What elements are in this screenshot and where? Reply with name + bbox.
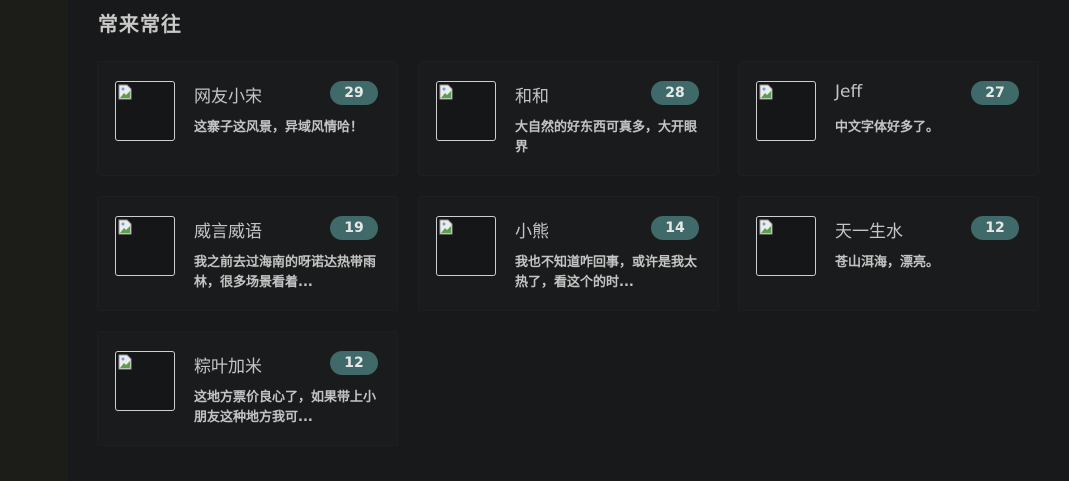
avatar[interactable] [115,216,175,276]
avatar[interactable] [756,216,816,276]
visitor-card[interactable]: 网友小宋 29 这寨子这风景，异域风情哈！ [98,62,397,175]
avatar[interactable] [115,81,175,141]
broken-image-icon [118,84,132,100]
visitor-name[interactable]: Jeff [835,82,862,102]
avatar[interactable] [115,351,175,411]
visit-count-badge: 29 [330,81,378,105]
broken-image-icon [759,219,773,235]
avatar[interactable] [436,216,496,276]
visitor-card[interactable]: 和和 28 大自然的好东西可真多，大开眼界 [419,62,718,175]
broken-image-icon [759,84,773,100]
visit-count-badge: 19 [330,216,378,240]
visitor-name[interactable]: 和和 [515,82,549,107]
left-sidebar-strip [0,0,68,481]
avatar[interactable] [436,81,496,141]
visitor-name[interactable]: 网友小宋 [194,82,262,107]
visitor-comment: 苍山洱海，漂亮。 [835,255,940,270]
visitor-card[interactable]: Jeff 27 中文字体好多了。 [739,62,1038,175]
visitor-comment: 这地方票价良心了，如果带上小朋友这种地方我可... [194,390,377,425]
visitor-comment: 这寨子这风景，异域风情哈！ [194,120,364,135]
visit-count-badge: 27 [971,81,1019,105]
visitor-card[interactable]: 小熊 14 我也不知道咋回事，或许是我太热了，看这个的时... [419,197,718,310]
visit-count-badge: 12 [330,351,378,375]
section-title: 常来常往 [98,12,182,36]
visitor-comment: 中文字体好多了。 [835,120,940,135]
broken-image-icon [118,354,132,370]
broken-image-icon [439,84,453,100]
visitor-name[interactable]: 天一生水 [835,217,903,242]
visitor-comment: 大自然的好东西可真多，大开眼界 [515,120,698,155]
visitor-card[interactable]: 天一生水 12 苍山洱海，漂亮。 [739,197,1038,310]
avatar[interactable] [756,81,816,141]
visitor-comment: 我也不知道咋回事，或许是我太热了，看这个的时... [515,255,698,290]
visitor-name[interactable]: 粽叶加米 [194,352,262,377]
visitor-card[interactable]: 威言威语 19 我之前去过海南的呀诺达热带雨林，很多场景看着... [98,197,397,310]
visitor-name[interactable]: 小熊 [515,217,549,242]
broken-image-icon [118,219,132,235]
visitor-card[interactable]: 粽叶加米 12 这地方票价良心了，如果带上小朋友这种地方我可... [98,332,397,445]
visit-count-badge: 14 [651,216,699,240]
broken-image-icon [439,219,453,235]
visitor-name[interactable]: 威言威语 [194,217,262,242]
visit-count-badge: 12 [971,216,1019,240]
main-content: 常来常往 网友小宋 29 这寨子这风景，异域风情哈！ 和和 28 大自然的好东西… [68,0,1069,481]
visit-count-badge: 28 [651,81,699,105]
visitor-comment: 我之前去过海南的呀诺达热带雨林，很多场景看着... [194,255,377,290]
